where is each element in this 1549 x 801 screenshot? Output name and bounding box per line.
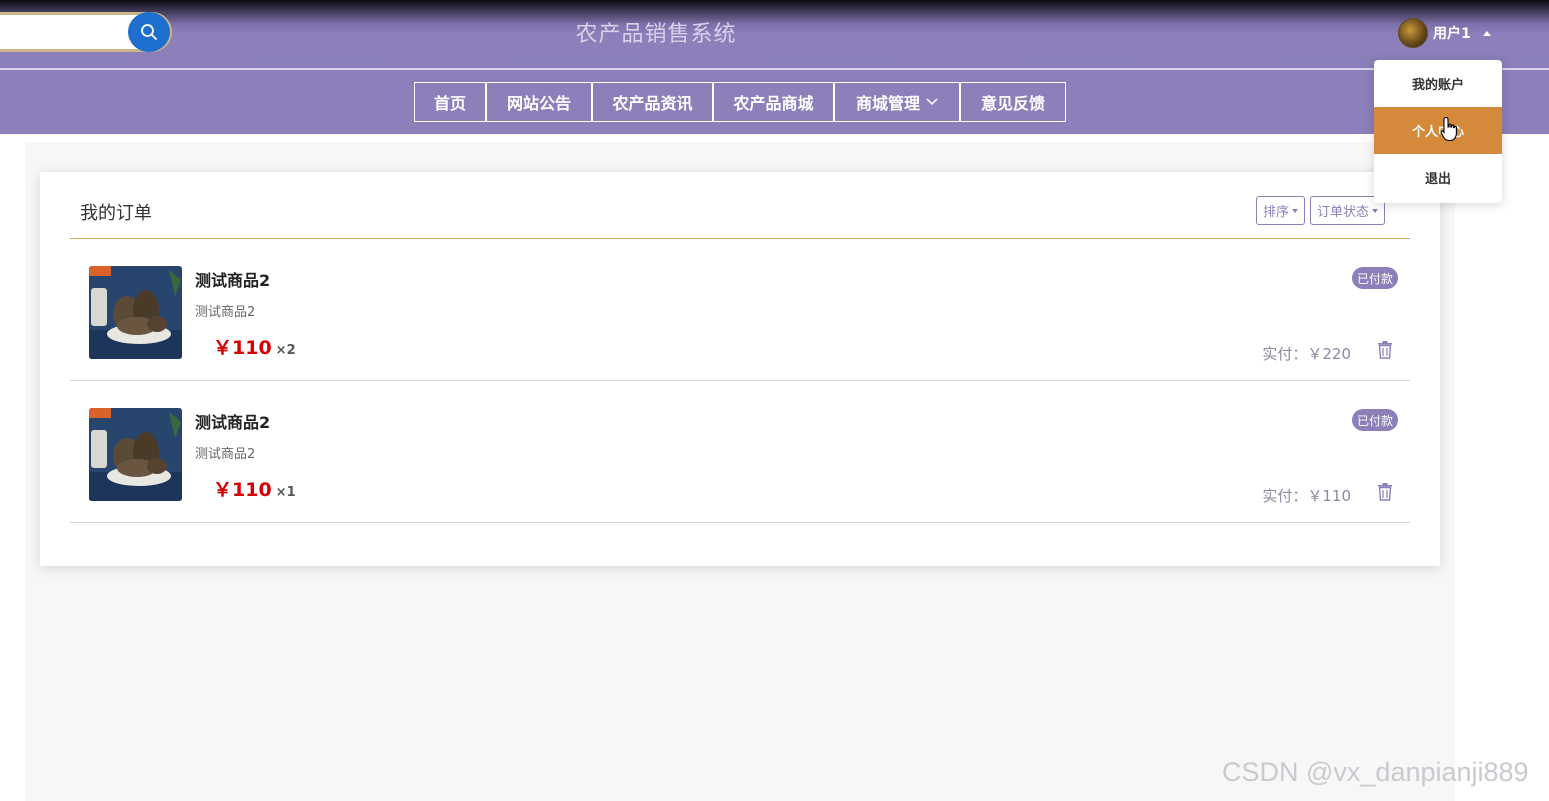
menu-item-logout[interactable]: 退出 [1374, 154, 1502, 201]
nav-item-feedback[interactable]: 意见反馈 [961, 83, 1065, 121]
product-image[interactable] [89, 266, 182, 359]
unit-price: ￥110 ×2 [213, 337, 296, 359]
caret-down-icon [1292, 208, 1299, 213]
menu-item-profile[interactable]: 个人中心 [1374, 107, 1502, 154]
watermark: CSDN @vx_danpianji889 [1222, 757, 1529, 787]
sort-dropdown[interactable]: 排序 [1256, 196, 1306, 225]
avatar [1398, 18, 1428, 48]
quantity: ×1 [275, 485, 296, 500]
order-row: 测试商品2 测试商品2 ￥110 ×1 已付款 实付：￥110 [70, 381, 1410, 523]
quantity: ×2 [275, 343, 296, 358]
caret-up-icon [1482, 30, 1491, 36]
product-image[interactable] [89, 408, 182, 501]
chevron-down-icon [926, 98, 938, 106]
nav-item-home[interactable]: 首页 [415, 83, 487, 121]
order-filters: 排序 订单状态 [1256, 196, 1386, 225]
paid-amount: 实付：￥110 [1262, 487, 1351, 505]
product-name[interactable]: 测试商品2 [195, 409, 270, 433]
nav-bar: 首页 网站公告 农产品资讯 农产品商城 商城管理 意见反馈 [0, 70, 1549, 134]
main-nav: 首页 网站公告 农产品资讯 农产品商城 商城管理 意见反馈 [414, 82, 1066, 122]
product-description: 测试商品2 [195, 305, 256, 320]
user-menu-toggle[interactable]: 用户1 [1398, 18, 1491, 48]
status-badge: 已付款 [1351, 267, 1398, 289]
paid-amount: 实付：￥220 [1262, 345, 1351, 363]
unit-price: ￥110 ×1 [213, 479, 296, 501]
user-name: 用户1 [1433, 26, 1471, 42]
nav-item-news[interactable]: 农产品资讯 [593, 83, 714, 121]
hand-pointer-icon [1440, 116, 1457, 142]
nav-item-mall-management[interactable]: 商城管理 [835, 83, 961, 121]
trash-icon[interactable] [1377, 483, 1393, 501]
nav-item-announcements[interactable]: 网站公告 [487, 83, 593, 121]
nav-item-mall[interactable]: 农产品商城 [714, 83, 835, 121]
product-photo [89, 408, 182, 501]
site-title: 农产品销售系统 [575, 22, 737, 47]
trash-icon[interactable] [1377, 341, 1393, 359]
page-title: 我的订单 [80, 203, 152, 224]
status-badge: 已付款 [1351, 409, 1398, 431]
caret-down-icon [1372, 208, 1379, 213]
product-name[interactable]: 测试商品2 [195, 267, 270, 291]
product-description: 测试商品2 [195, 447, 256, 462]
order-row: 测试商品2 测试商品2 ￥110 ×2 已付款 实付：￥220 [70, 239, 1410, 381]
product-photo [89, 266, 182, 359]
menu-item-my-account[interactable]: 我的账户 [1374, 60, 1502, 107]
user-dropdown-menu: 我的账户 个人中心 退出 [1374, 60, 1502, 203]
